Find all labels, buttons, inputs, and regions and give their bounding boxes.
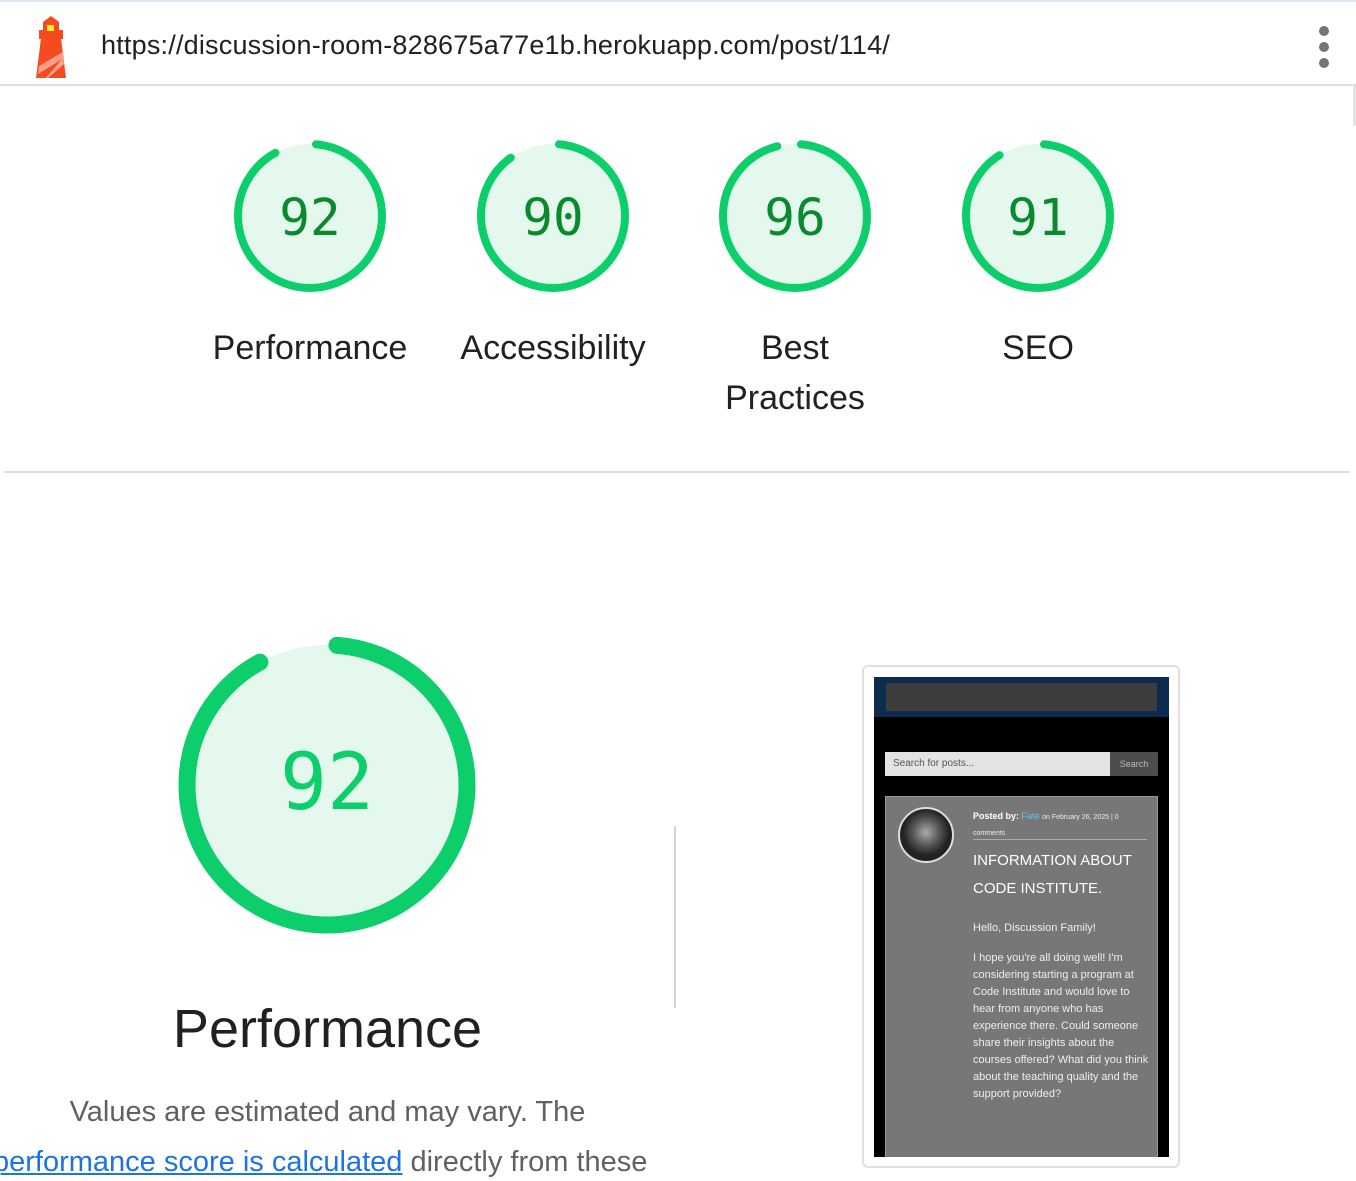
final-screenshot: Search for posts... Search Posted by: Fa… xyxy=(874,677,1169,1157)
gauge-label: SEO xyxy=(1002,329,1074,367)
description-tail: directly from these xyxy=(402,1146,648,1178)
performance-gauge-large: 92 xyxy=(178,636,476,934)
gauge-ring: 91 xyxy=(962,140,1114,292)
gauge-best-practices[interactable]: 96 Best Practices xyxy=(680,134,910,423)
post-title: INFORMATION ABOUT CODE INSTITUTE. xyxy=(973,852,1132,897)
gauge-score: 92 xyxy=(279,189,340,248)
vertical-divider xyxy=(674,826,676,1008)
post-body: I hope you're all doing well! I'm consid… xyxy=(973,952,1149,1100)
performance-score: 92 xyxy=(280,738,374,828)
gauge-ring: 96 xyxy=(719,140,871,292)
performance-title: Performance xyxy=(172,999,483,1059)
site-navbar xyxy=(874,677,1169,717)
gauge-label: Accessibility xyxy=(460,329,646,367)
gauge-label: Performance xyxy=(212,329,408,367)
gauge-score: 91 xyxy=(1007,189,1068,248)
gauge-accessibility[interactable]: 90 Accessibility xyxy=(438,134,668,373)
score-calculation-link[interactable]: performance score is calculated xyxy=(0,1146,402,1178)
gauge-performance[interactable]: 92 Performance xyxy=(195,134,425,373)
gauge-label: Best Practices xyxy=(725,329,865,417)
gauge-score: 96 xyxy=(764,189,825,248)
post-greeting: Hello, Discussion Family! xyxy=(973,922,1096,934)
performance-description-line2: performance score is calculated directly… xyxy=(0,1146,690,1179)
posted-by-label: Posted by: xyxy=(973,811,1020,821)
gauge-score: 90 xyxy=(522,189,583,248)
post-meta: Posted by: Fate on February 26, 2025 | 0… xyxy=(973,809,1153,841)
gauge-seo[interactable]: 91 SEO xyxy=(923,134,1153,373)
section-divider xyxy=(4,471,1350,473)
more-vert-icon[interactable] xyxy=(1314,26,1334,72)
performance-description: Values are estimated and may vary. The xyxy=(69,1096,586,1128)
site-search-input: Search for posts... xyxy=(885,752,1110,776)
post-date: on February 26, 2025 | 0 xyxy=(1042,814,1119,821)
page-url[interactable]: https://discussion-room-828675a77e1b.her… xyxy=(101,30,890,61)
site-search-button: Search xyxy=(1110,752,1158,776)
top-bar: https://discussion-room-828675a77e1b.her… xyxy=(0,0,1356,86)
post-author: Fate xyxy=(1021,811,1040,821)
gauge-ring: 90 xyxy=(477,140,629,292)
gauge-ring: 92 xyxy=(234,140,386,292)
lighthouse-logo-icon xyxy=(36,16,66,78)
post-comments: comments xyxy=(973,830,1006,837)
avatar xyxy=(898,807,954,863)
post-card: Posted by: Fate on February 26, 2025 | 0… xyxy=(885,796,1158,1157)
